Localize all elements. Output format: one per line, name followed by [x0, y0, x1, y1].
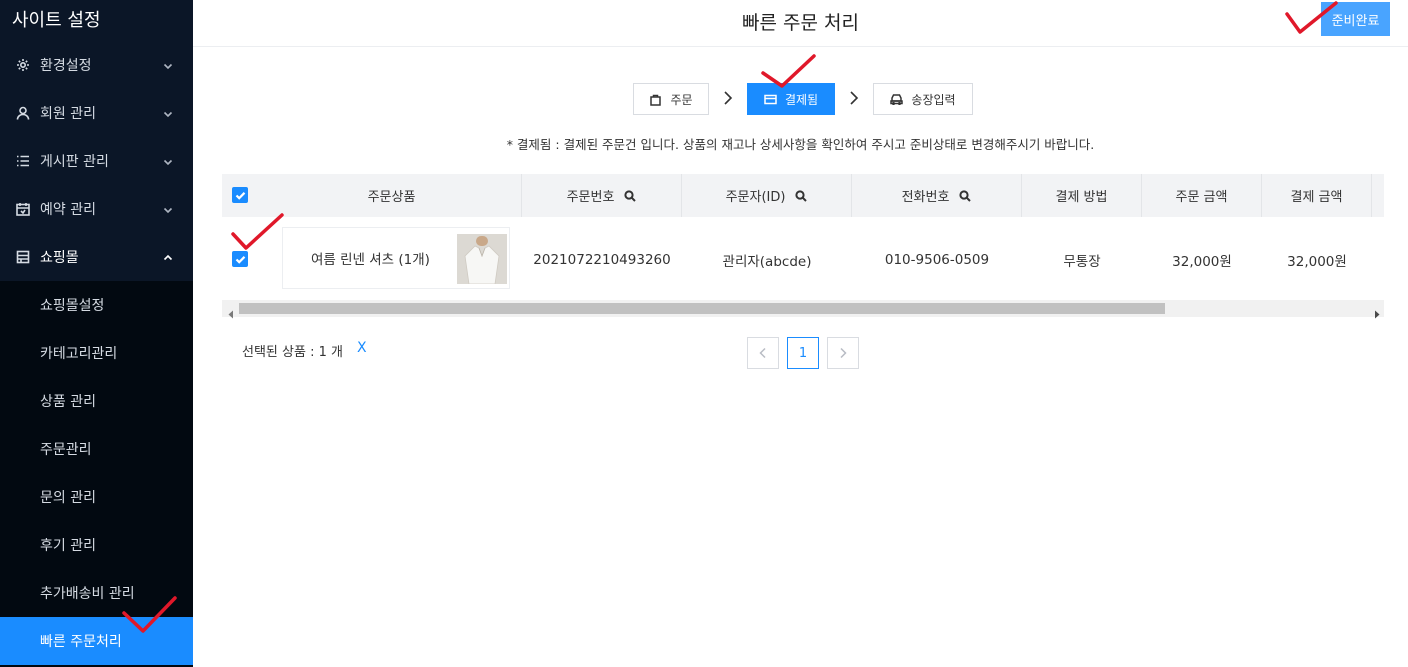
column-header: 주문자(ID) [682, 174, 852, 217]
column-label: 결제 금액 [1290, 190, 1343, 205]
sidebar-item-members[interactable]: 회원 관리 [0, 89, 193, 137]
header-checkbox-cell [222, 174, 262, 217]
calendar-icon [16, 202, 30, 216]
bag-icon [649, 93, 662, 106]
step-label: 송장입력 [911, 92, 956, 107]
phone-number: 010-9506-0509 [884, 252, 990, 268]
check-mark-annotation [760, 53, 818, 93]
search-icon[interactable] [959, 189, 972, 202]
column-label: 주문상품 [367, 190, 416, 205]
search-icon[interactable] [624, 189, 637, 202]
step-order[interactable]: 주문 [633, 83, 709, 115]
card-icon [764, 93, 777, 106]
sidebar-item-shop[interactable]: 쇼핑몰 [0, 233, 193, 281]
page-1-button[interactable]: 1 [787, 337, 819, 369]
chevron-right-icon [848, 90, 860, 106]
horizontal-scrollbar[interactable] [222, 300, 1384, 319]
sidebar-item-label: 게시판 관리 [40, 154, 109, 170]
page-title: 빠른 주문 처리 [742, 12, 859, 34]
prev-page-button[interactable] [747, 337, 779, 369]
chevron-right-icon [722, 90, 734, 106]
sidebar-subitem-category[interactable]: 카테고리관리 [0, 329, 193, 377]
column-header: 전화번호 [852, 174, 1022, 217]
step-label: 결제됨 [784, 92, 819, 107]
selected-count: 선택된 상품 : 1 개 [242, 345, 343, 360]
chevron-left-icon [759, 347, 766, 359]
truck-icon [890, 93, 904, 106]
sidebar-subitem-orders[interactable]: 주문관리 [0, 425, 193, 473]
step-label: 주문 [670, 92, 693, 107]
sidebar-item-label: 회원 관리 [40, 106, 96, 122]
order-table: 주문상품 주문번호 주문자(ID) 전화번호 결제 방법 주문 금액 결제 금액… [222, 174, 1384, 317]
chevron-down-icon [163, 155, 173, 166]
column-label: 결제 방법 [1055, 190, 1108, 205]
column-label: 전화번호 [901, 190, 950, 205]
sidebar: 사이트 설정 환경설정 회원 관리 게시판 관리 예약 관리 쇼핑몰 쇼핑몰설정… [0, 0, 193, 667]
column-label: 주문자(ID) [725, 190, 786, 205]
user-icon [16, 106, 30, 120]
check-mark-annotation [230, 212, 286, 256]
scroll-right-arrow-icon[interactable] [1373, 304, 1381, 319]
scroll-left-arrow-icon[interactable] [227, 304, 235, 319]
check-mark-annotation [121, 595, 179, 639]
order-number: 2021072210493260 [533, 252, 671, 268]
chevron-right-icon [840, 347, 847, 359]
payment-method: 무통장 [1063, 254, 1101, 270]
column-header: 주문번호 [522, 174, 682, 217]
sidebar-item-board[interactable]: 게시판 관리 [0, 137, 193, 185]
sidebar-item-label: 쇼핑몰 [40, 250, 79, 266]
column-header: 결제 방법 [1022, 174, 1142, 217]
orderer: 관리자(abcde) [722, 254, 812, 270]
column-header: 주문상품 [262, 174, 522, 217]
table-row[interactable]: 여름 린넨 셔츠 (1개) 2021072210493260 관리자(abcde… [222, 217, 1384, 303]
column-label: 주문번호 [566, 190, 615, 205]
table-header: 주문상품 주문번호 주문자(ID) 전화번호 결제 방법 주문 금액 결제 금액 [222, 174, 1384, 217]
store-icon [16, 250, 30, 264]
sidebar-subitem-products[interactable]: 상품 관리 [0, 377, 193, 425]
list-icon [16, 154, 30, 168]
scrollbar-thumb[interactable] [239, 303, 1165, 314]
sidebar-item-reservation[interactable]: 예약 관리 [0, 185, 193, 233]
check-mark-annotation [1284, 0, 1340, 40]
sidebar-item-label: 예약 관리 [40, 202, 96, 218]
product-name: 여름 린넨 셔츠 (1개) [311, 252, 430, 268]
order-amount: 32,000원 [1172, 254, 1232, 270]
header: 빠른 주문 처리 준비완료 [193, 0, 1408, 47]
column-header: 결제 금액 [1262, 174, 1372, 217]
sidebar-subitem-inquiries[interactable]: 문의 관리 [0, 473, 193, 521]
chevron-down-icon [163, 59, 173, 70]
gear-icon [16, 58, 30, 72]
product-cell: 여름 린넨 셔츠 (1개) [282, 227, 510, 289]
chevron-up-icon [163, 251, 173, 261]
paid-amount: 32,000원 [1287, 254, 1347, 270]
step-invoice[interactable]: 송장입력 [873, 83, 973, 115]
clear-selection-button[interactable]: X [357, 340, 367, 356]
select-all-checkbox[interactable] [232, 187, 248, 203]
sidebar-title: 사이트 설정 [12, 10, 101, 31]
sidebar-subitem-shop-settings[interactable]: 쇼핑몰설정 [0, 281, 193, 329]
column-label: 주문 금액 [1175, 190, 1228, 205]
product-thumbnail [457, 234, 507, 284]
column-header: 주문 금액 [1142, 174, 1262, 217]
sidebar-subitem-reviews[interactable]: 후기 관리 [0, 521, 193, 569]
next-page-button[interactable] [827, 337, 859, 369]
notice-text: * 결제됨 : 결제된 주문건 입니다. 상품의 재고나 상세사항을 확인하여 … [506, 137, 1095, 152]
page: 사이트 설정 환경설정 회원 관리 게시판 관리 예약 관리 쇼핑몰 쇼핑몰설정… [0, 0, 1408, 667]
sidebar-item-label: 환경설정 [40, 58, 92, 74]
chevron-down-icon [163, 107, 173, 118]
search-icon[interactable] [795, 189, 808, 202]
chevron-down-icon [163, 203, 173, 214]
sidebar-item-settings[interactable]: 환경설정 [0, 41, 193, 89]
